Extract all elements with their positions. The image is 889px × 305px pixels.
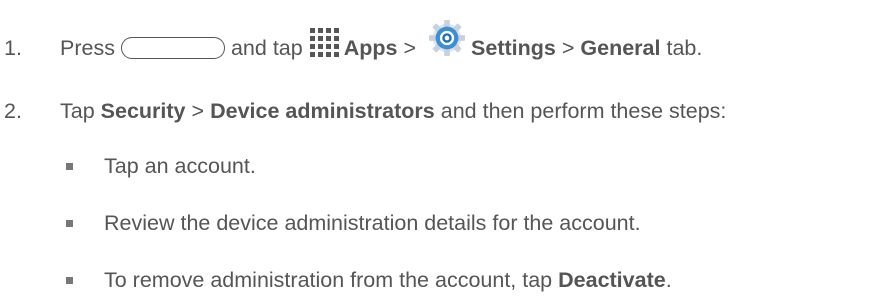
bullet-icon <box>66 277 73 284</box>
deactivate-label: Deactivate <box>558 268 666 292</box>
step-2-text: Tap Security > Device administrators and… <box>60 99 726 124</box>
device-administrators-label: Device administrators <box>210 98 435 123</box>
step-number: 1. <box>4 35 22 60</box>
step-text-press: Press <box>60 35 115 60</box>
step-number: 2. <box>4 98 22 123</box>
apps-label: Apps <box>343 35 398 60</box>
step-text-and-tap: and tap <box>230 35 303 60</box>
separator: > <box>191 98 205 123</box>
separator: > <box>561 35 575 60</box>
bullet-icon <box>66 220 73 227</box>
step-1-text: Press and tap Apps > Settings > General … <box>60 19 703 67</box>
security-label: Security <box>100 98 186 123</box>
substep-text: Review the device administration details… <box>104 211 641 235</box>
settings-label: Settings <box>471 35 556 60</box>
substep-prefix: To remove administration from the accoun… <box>104 268 553 292</box>
apps-grid-icon <box>309 28 339 57</box>
separator: > <box>403 35 417 60</box>
substep-suffix: . <box>665 268 672 292</box>
home-button-icon <box>120 37 225 59</box>
general-label: General <box>580 35 661 60</box>
substep-text: Tap an account. <box>104 154 256 178</box>
bullet-icon <box>66 163 73 170</box>
step-text-rest: and then perform these steps: <box>440 98 727 123</box>
step-text-tap: Tap <box>60 98 95 123</box>
step-text-tab: tab. <box>666 35 703 60</box>
substep-text: To remove administration from the accoun… <box>104 268 672 293</box>
settings-gear-icon <box>428 19 466 57</box>
